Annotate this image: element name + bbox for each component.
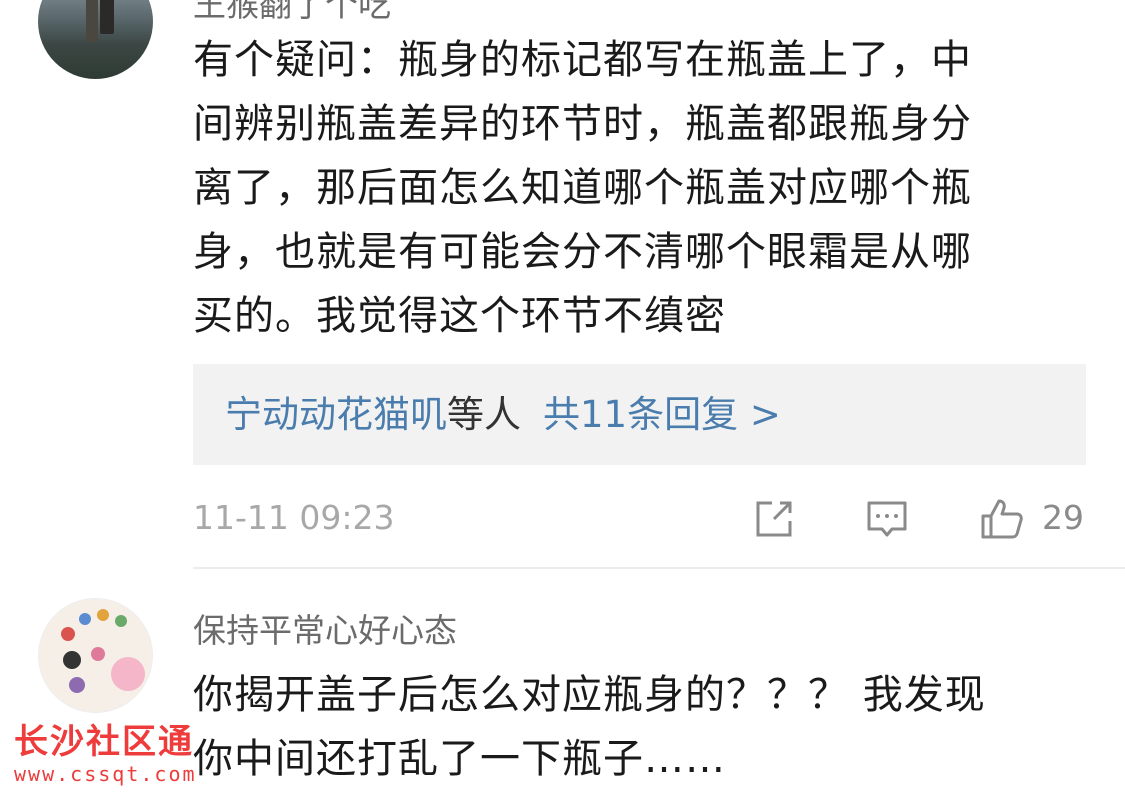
avatar-decoration (97, 609, 109, 621)
reply-author-link[interactable]: 宁动动花猫叽 (225, 393, 447, 436)
comment-username[interactable]: 王猴翻了个吃 (193, 0, 391, 26)
avatar-photo-figure (100, 0, 114, 34)
avatar-decoration (91, 647, 105, 661)
replies-preview[interactable]: 宁动动花猫叽等人 共11条回复 > (193, 364, 1086, 465)
comment-text: 你揭开盖子后怎么对应瓶身的？？？ 我发现 你中间还打乱了一下瓶子…… (193, 663, 1053, 791)
watermark-title: 长沙社区通 (14, 722, 194, 762)
comment-text-line: 间辨别瓶盖差异的环节时，瓶盖都跟瓶身分 (193, 101, 972, 147)
comment-text-line: 离了，那后面怎么知道哪个瓶盖对应哪个瓶 (193, 165, 972, 211)
avatar-decoration (69, 677, 85, 693)
comment-text: 有个疑问：瓶身的标记都写在瓶盖上了，中 间辨别瓶盖差异的环节时，瓶盖都跟瓶身分 … (193, 28, 1053, 348)
watermark-url: www.cssqt.com (14, 762, 197, 786)
reply-icon[interactable] (865, 497, 909, 541)
share-icon[interactable] (752, 497, 796, 541)
view-replies-link[interactable]: 共11条回复 > (543, 393, 781, 436)
comment-text-line: 你中间还打乱了一下瓶子…… (193, 736, 726, 782)
like-count: 29 (1042, 498, 1084, 537)
comment-timestamp: 11-11 09:23 (193, 498, 395, 537)
avatar-decoration (115, 615, 127, 627)
comment-username[interactable]: 保持平常心好心态 (193, 604, 457, 652)
comment-text-line: 买的。我觉得这个环节不缜密 (193, 293, 726, 339)
avatar-decoration (111, 657, 145, 691)
comment-text-line: 你揭开盖子后怎么对应瓶身的？？？ 我发现 (193, 672, 986, 718)
reply-etc-label: 等人 (447, 393, 521, 436)
avatar[interactable] (38, 598, 153, 713)
avatar-decoration (61, 627, 75, 641)
avatar-decoration (63, 651, 81, 669)
avatar-decoration (79, 613, 91, 625)
comment-text-line: 有个疑问：瓶身的标记都写在瓶盖上了，中 (193, 37, 972, 83)
avatar-photo-detail (86, 0, 98, 42)
comment-text-line: 身，也就是有可能会分不清哪个眼霜是从哪 (193, 229, 972, 275)
avatar[interactable] (38, 0, 153, 79)
thumbs-up-icon[interactable] (980, 497, 1024, 541)
divider (193, 567, 1125, 569)
